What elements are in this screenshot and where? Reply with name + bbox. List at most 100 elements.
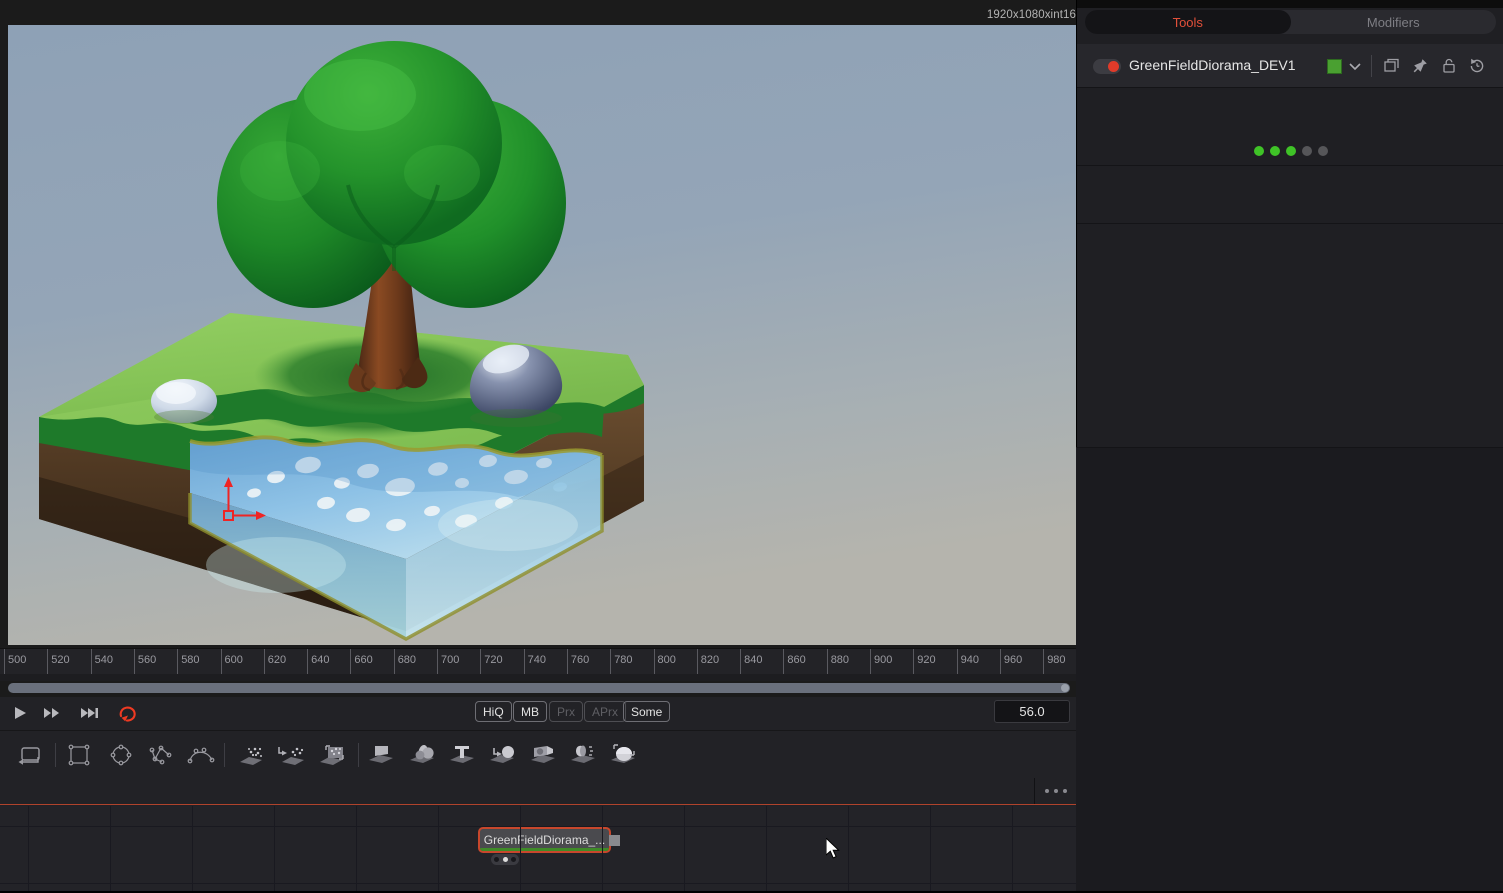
timeline-tick-label: 640 <box>311 654 330 666</box>
timeline-tick-label: 600 <box>224 654 243 666</box>
quality-button-mb[interactable]: MB <box>513 701 547 722</box>
node-graph-header <box>0 778 1076 805</box>
node-graph-gridline <box>766 806 767 891</box>
toolbar-separator <box>55 743 56 767</box>
node-graph-gridline <box>848 806 849 891</box>
timeline-tick: 900 <box>870 649 892 675</box>
image-plane-3d-icon[interactable] <box>366 740 396 770</box>
timeline-tick-label: 580 <box>181 654 200 666</box>
timeline-tick: 960 <box>999 649 1022 675</box>
particle-directional-force-icon[interactable] <box>276 740 306 770</box>
node-output-handle[interactable] <box>609 835 620 846</box>
play-icon[interactable] <box>8 701 32 725</box>
timeline-tick-label: 740 <box>527 654 546 666</box>
node-graph-gridline <box>0 883 1076 884</box>
shape-3d-icon[interactable] <box>407 740 437 770</box>
node-graph-gridline <box>192 806 193 891</box>
quality-button-prx[interactable]: Prx <box>549 701 583 722</box>
loop-icon[interactable] <box>115 701 139 725</box>
reset-icon[interactable] <box>1468 57 1486 75</box>
inspector-node-header: GreenFieldDiorama_DEV1 <box>1077 44 1503 88</box>
timeline-tick: 660 <box>350 649 373 675</box>
spot-light-icon[interactable] <box>568 740 598 770</box>
node-color-swatch[interactable] <box>1327 59 1342 74</box>
chevron-down-icon[interactable] <box>1347 58 1363 74</box>
timeline-ruler[interactable]: 500 520 540 560 580 600 620 640 660 680 700 720 740 7… <box>0 648 1092 675</box>
timeline-tick-label: 780 <box>614 654 633 666</box>
merge-3d-icon[interactable] <box>487 740 517 770</box>
node-graph-gridline <box>930 806 931 891</box>
loop-node-icon[interactable] <box>14 740 44 770</box>
node-status-underline <box>480 848 609 851</box>
ellipse-mask-icon[interactable] <box>106 740 136 770</box>
timeline-scrollbar[interactable] <box>8 683 1070 693</box>
bspline-mask-icon[interactable] <box>186 740 216 770</box>
particle-emitter-icon[interactable] <box>236 740 266 770</box>
copy-icon[interactable] <box>1383 57 1401 75</box>
node-view-pins[interactable] <box>491 854 519 865</box>
viewport-3d[interactable] <box>8 25 1076 645</box>
rectangle-mask-icon[interactable] <box>64 740 94 770</box>
status-dot-4 <box>1301 146 1312 156</box>
node-graph-gridline <box>602 806 603 891</box>
pin-icon[interactable] <box>1411 57 1429 75</box>
node-pin-3[interactable] <box>510 857 516 862</box>
status-dot-2 <box>1269 146 1280 156</box>
timeline-tick: 740 <box>523 649 546 675</box>
timeline-tick-label: 660 <box>354 654 373 666</box>
node-pin-1[interactable] <box>494 857 500 862</box>
node-enable-toggle[interactable] <box>1093 59 1121 74</box>
timeline-tick-label: 540 <box>94 654 113 666</box>
timeline-tick: 520 <box>47 649 70 675</box>
timeline-tick-label: 880 <box>830 654 850 666</box>
quality-button-some[interactable]: Some <box>623 701 671 722</box>
status-dot-1 <box>1253 146 1264 156</box>
polygon-mask-icon[interactable] <box>146 740 176 770</box>
viewer-panel: 1920x1080xint16 500 520 540 560 580 600 … <box>0 0 1092 893</box>
lock-icon[interactable] <box>1440 57 1458 75</box>
node-graph-gridline <box>274 806 275 891</box>
text-3d-icon[interactable] <box>447 740 477 770</box>
timeline-ruler-underbar <box>0 674 1076 681</box>
toolbar-separator <box>358 743 359 767</box>
node-greenfielddiorama[interactable]: GreenFieldDiorama_... <box>478 827 611 853</box>
timeline-tick: 620 <box>263 649 286 675</box>
timeline-tick: 640 <box>307 649 329 675</box>
tab-tools[interactable]: Tools <box>1085 10 1291 34</box>
inspector-subtabs: Controls Info Image <box>1077 166 1503 224</box>
current-frame-field[interactable]: 56.0 <box>994 700 1070 723</box>
fast-forward-icon[interactable] <box>40 701 64 725</box>
timeline-tick-label: 900 <box>874 654 893 666</box>
node-graph-gridline <box>438 806 439 891</box>
tab-modifiers[interactable]: Modifiers <box>1291 10 1497 34</box>
inspector-top-strip <box>1077 0 1503 8</box>
timeline-tick-label: 860 <box>787 654 806 666</box>
skip-to-end-icon[interactable] <box>77 701 101 725</box>
timeline-tick: 780 <box>610 649 633 675</box>
node-graph-gridline <box>110 806 111 891</box>
status-dots <box>1077 143 1503 159</box>
node-pin-2[interactable] <box>502 857 508 862</box>
overflow-menu-icon[interactable] <box>1034 778 1076 804</box>
camera-3d-icon[interactable] <box>528 740 558 770</box>
timeline-tick-label: 960 <box>1003 654 1023 666</box>
node-graph-canvas[interactable]: GreenFieldDiorama_... <box>0 806 1076 891</box>
mouse-cursor <box>826 838 840 859</box>
particle-render-icon[interactable] <box>316 740 346 770</box>
quality-button-aprx[interactable]: APrx <box>584 701 627 722</box>
timeline-tick-label: 620 <box>267 654 287 666</box>
timeline-tick: 860 <box>783 649 806 675</box>
inspector-empty-area <box>1076 448 1503 893</box>
node-graph-gridline <box>0 826 1076 827</box>
inspector-tabs: Tools Modifiers <box>1085 10 1496 34</box>
timeline-tick: 920 <box>913 649 936 675</box>
timeline-tick-label: 980 <box>1047 654 1066 666</box>
timeline-tick: 600 <box>220 649 243 675</box>
transport-controls: HiQ MB Prx APrx Some 56.0 <box>0 697 1076 730</box>
toolbar-separator <box>224 743 225 767</box>
timeline-tick: 820 <box>696 649 719 675</box>
timeline-scrollbar-knob[interactable] <box>1061 684 1069 692</box>
quality-button-hiq[interactable]: HiQ <box>475 701 512 722</box>
status-dot-5 <box>1317 146 1328 156</box>
renderer-3d-icon[interactable] <box>608 740 638 770</box>
